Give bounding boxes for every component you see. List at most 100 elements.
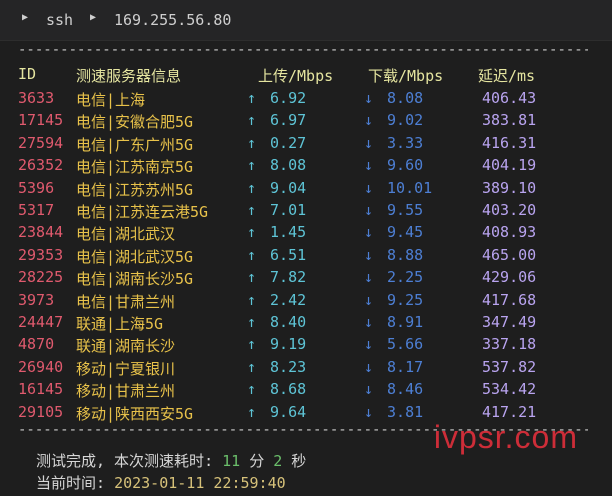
upload-cell: ↑ 1.45 — [247, 223, 306, 241]
watermark: ivpsr.com — [433, 419, 578, 455]
upload-value: 0.27 — [270, 133, 307, 152]
summary-prefix: 测试完成, 本次测速耗时: — [36, 452, 223, 470]
server-info: 电信|江苏南京5G — [76, 158, 194, 177]
terminal-breadcrumb-bar: ▶ ssh ▶ 169.255.56.80 — [0, 0, 612, 41]
download-cell: ↓ 2.25 — [364, 268, 423, 286]
arrow-down-icon: ↓ — [364, 380, 374, 399]
download-cell: ↓ 8.91 — [364, 313, 423, 331]
summary-line: 测试完成, 本次测速耗时: 11 分 2 秒 — [36, 450, 306, 471]
divider-top: ----------------------------------------… — [18, 44, 588, 56]
upload-value: 6.97 — [270, 111, 307, 130]
arrow-down-icon: ↓ — [364, 335, 374, 354]
latency-value: 416.31 — [482, 133, 537, 152]
arrow-up-icon: ↑ — [247, 290, 257, 309]
download-cell: ↓ 9.45 — [364, 223, 423, 241]
download-value: 8.88 — [387, 245, 424, 264]
table-row: 3973 电信|甘肃兰州 ↑ 2.42 ↓ 9.25 417.68 — [0, 291, 612, 313]
upload-cell: ↑ 7.82 — [247, 268, 306, 286]
table-row: 23844 电信|湖北武汉 ↑ 1.45 ↓ 9.45 408.93 — [0, 223, 612, 245]
download-value: 9.02 — [387, 111, 424, 130]
arrow-down-icon: ↓ — [364, 268, 374, 287]
arrow-up-icon: ↑ — [247, 111, 257, 130]
download-cell: ↓ 8.17 — [364, 358, 423, 376]
upload-value: 2.42 — [270, 290, 307, 309]
table-row: 16145 移动|甘肃兰州 ↑ 8.68 ↓ 8.46 534.42 — [0, 380, 612, 402]
arrow-up-icon: ↑ — [247, 89, 257, 107]
arrow-up-icon: ↑ — [247, 223, 257, 242]
summary-seconds: 2 — [273, 452, 283, 470]
download-cell: ↓ 8.88 — [364, 246, 423, 264]
download-cell: ↓ 9.02 — [364, 111, 423, 129]
latency-value: 408.93 — [482, 223, 537, 242]
header-download: 下载/Mbps — [368, 67, 444, 85]
arrow-down-icon: ↓ — [364, 201, 374, 219]
chevron-right-icon: ▶ — [22, 12, 29, 23]
server-id: 24447 — [18, 313, 64, 331]
arrow-down-icon: ↓ — [364, 89, 374, 107]
latency-value: 417.68 — [482, 290, 537, 309]
download-cell: ↓ 9.60 — [364, 156, 423, 174]
header-upload: 上传/Mbps — [258, 67, 334, 85]
server-id: 23844 — [18, 223, 64, 242]
current-time-value: 2023-01-11 22:59:40 — [114, 474, 286, 492]
download-value: 8.17 — [387, 357, 424, 376]
table-row: 26940 移动|宁夏银川 ↑ 8.23 ↓ 8.17 537.82 — [0, 358, 612, 380]
arrow-down-icon: ↓ — [364, 133, 374, 152]
download-value: 10.01 — [387, 178, 433, 197]
upload-cell: ↑ 9.19 — [247, 335, 306, 353]
upload-value: 6.51 — [270, 245, 307, 264]
upload-cell: ↑ 0.27 — [247, 134, 306, 152]
upload-value: 7.01 — [270, 201, 307, 219]
arrow-down-icon: ↓ — [364, 156, 374, 175]
upload-cell: ↑ 7.01 — [247, 201, 306, 219]
arrow-up-icon: ↑ — [247, 245, 257, 264]
latency-value: 347.49 — [482, 313, 537, 331]
server-info: 电信|安徽合肥5G — [76, 113, 194, 132]
arrow-down-icon: ↓ — [364, 313, 374, 331]
arrow-down-icon: ↓ — [364, 111, 374, 130]
server-id: 29105 — [18, 402, 64, 421]
upload-cell: ↑ 6.92 — [247, 89, 306, 107]
chevron-right-icon: ▶ — [90, 12, 97, 23]
download-value: 3.81 — [387, 402, 424, 421]
upload-cell: ↑ 8.68 — [247, 380, 306, 398]
download-value: 8.46 — [387, 380, 424, 399]
download-cell: ↓ 3.33 — [364, 134, 423, 152]
download-value: 2.25 — [387, 268, 424, 287]
upload-cell: ↑ 8.08 — [247, 156, 306, 174]
latency-value: 404.19 — [482, 156, 537, 175]
table-row: 5317 电信|江苏连云港5G ↑ 7.01 ↓ 9.55 403.20 — [0, 201, 612, 223]
breadcrumb-item-host[interactable]: 169.255.56.80 — [114, 11, 231, 29]
upload-cell: ↑ 8.23 — [247, 358, 306, 376]
latency-value: 383.81 — [482, 111, 537, 130]
server-id: 5396 — [18, 178, 55, 197]
download-value: 8.08 — [387, 89, 424, 107]
header-id: ID — [18, 65, 37, 83]
upload-value: 9.19 — [270, 335, 307, 354]
arrow-up-icon: ↑ — [247, 313, 257, 331]
upload-value: 9.04 — [270, 178, 307, 197]
latency-value: 403.20 — [482, 201, 537, 219]
server-info: 电信|广东广州5G — [76, 135, 194, 154]
summary-minute-unit: 分 — [240, 452, 274, 470]
server-id: 3973 — [18, 290, 55, 309]
upload-value: 8.23 — [270, 357, 307, 376]
latency-value: 389.10 — [482, 178, 537, 197]
download-cell: ↓ 10.01 — [364, 179, 432, 197]
header-latency: 延迟/ms — [478, 67, 536, 85]
server-id: 5317 — [18, 201, 55, 219]
table-row: 24447 联通|上海5G ↑ 8.40 ↓ 8.91 347.49 — [0, 313, 612, 335]
breadcrumb-item-ssh[interactable]: ssh — [46, 11, 73, 29]
server-id: 26940 — [18, 357, 64, 376]
server-info: 移动|宁夏银川 — [76, 359, 176, 378]
current-time-line: 当前时间: 2023-01-11 22:59:40 — [36, 472, 286, 493]
server-info: 移动|陕西西安5G — [76, 404, 194, 423]
arrow-up-icon: ↑ — [247, 357, 257, 376]
arrow-up-icon: ↑ — [247, 201, 257, 219]
download-cell: ↓ 5.66 — [364, 335, 423, 353]
terminal-output[interactable]: ----------------------------------------… — [0, 41, 612, 496]
latency-value: 465.00 — [482, 245, 537, 264]
upload-cell: ↑ 9.64 — [247, 403, 306, 421]
table-row: 4870 联通|湖南长沙 ↑ 9.19 ↓ 5.66 337.18 — [0, 335, 612, 357]
server-info: 联通|湖南长沙 — [76, 337, 176, 356]
